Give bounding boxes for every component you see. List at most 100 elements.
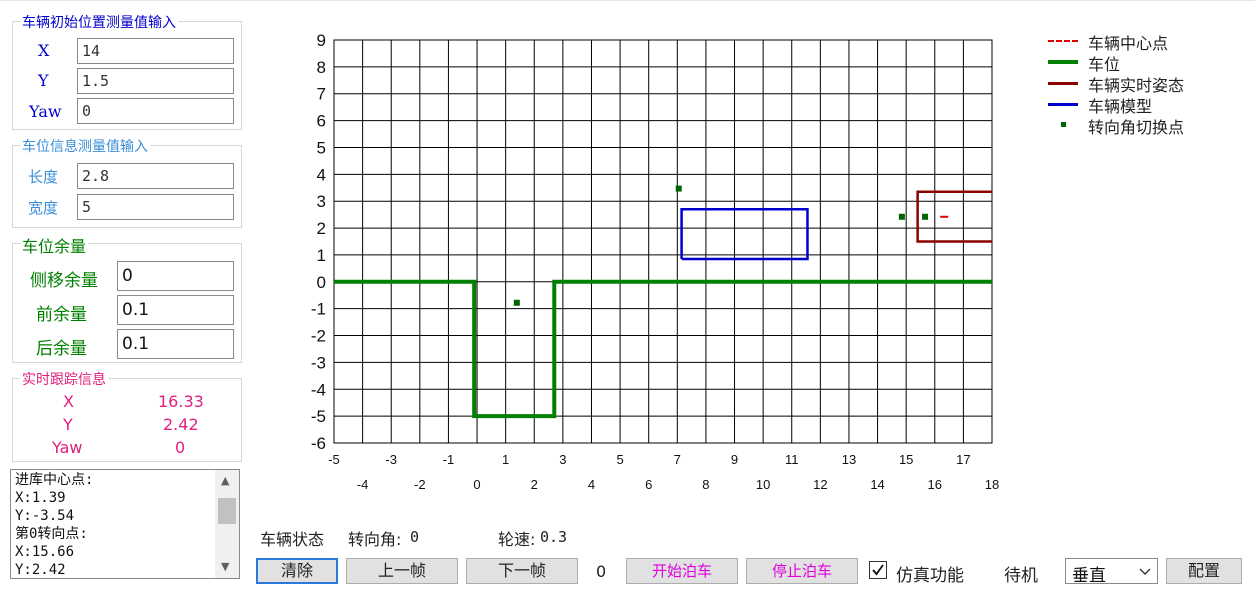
switch-point bbox=[898, 213, 905, 220]
clear-button[interactable]: 清除 bbox=[256, 558, 338, 584]
start-parking-button[interactable]: 开始泊车 bbox=[626, 558, 738, 584]
tracking-yaw-value: 0 bbox=[175, 438, 186, 457]
prev-frame-button[interactable]: 上一帧 bbox=[346, 558, 458, 584]
log-line: Y:-3.54 bbox=[15, 508, 75, 524]
x-tick-label: 15 bbox=[899, 452, 913, 467]
x-tick-label: 8 bbox=[702, 477, 709, 492]
x-tick-label: -3 bbox=[385, 452, 397, 467]
length-label: 长度 bbox=[28, 168, 59, 186]
wheel-speed-value: 0.3 bbox=[540, 528, 568, 546]
initial-yaw-label: Yaw bbox=[29, 102, 62, 121]
x-tick-label: 0 bbox=[473, 477, 480, 492]
x-tick-label: 3 bbox=[559, 452, 566, 467]
wheel-speed-label: 轮速: bbox=[498, 530, 536, 549]
initial-y-label: Y bbox=[38, 71, 49, 90]
vehicle-status-label: 车辆状态 bbox=[260, 530, 325, 549]
log-line: 第0转向点: bbox=[15, 526, 88, 542]
y-tick-label: -4 bbox=[311, 380, 326, 399]
legend-marker-square bbox=[1061, 122, 1066, 127]
y-tick-label: 9 bbox=[317, 31, 326, 50]
scroll-up-icon[interactable]: ▲ bbox=[221, 474, 229, 487]
initial-x-input[interactable]: 14 bbox=[77, 38, 234, 64]
x-tick-label: -4 bbox=[357, 477, 369, 492]
tracking-group bbox=[12, 378, 242, 462]
plot-frame bbox=[333, 39, 993, 444]
length-input[interactable]: 2.8 bbox=[77, 163, 234, 189]
margin-title: 车位余量 bbox=[20, 233, 89, 257]
side-margin-label: 侧移余量 bbox=[30, 271, 98, 291]
x-tick-label: 2 bbox=[531, 477, 538, 492]
y-tick-label: 4 bbox=[317, 165, 326, 184]
tracking-x-label: X bbox=[63, 392, 74, 411]
log-line: X:15.66 bbox=[15, 544, 75, 560]
x-tick-label: 7 bbox=[674, 452, 681, 467]
chevron-down-icon bbox=[1139, 568, 1151, 575]
rear-margin-input[interactable]: 0.1 bbox=[117, 329, 234, 359]
y-tick-label: -6 bbox=[311, 434, 326, 453]
scroll-down-icon[interactable]: ▼ bbox=[221, 560, 229, 573]
tracking-title: 实时跟踪信息 bbox=[20, 369, 108, 389]
y-tick-label: 2 bbox=[317, 219, 326, 238]
x-tick-label: 13 bbox=[842, 452, 856, 467]
tracking-y-label: Y bbox=[63, 415, 73, 434]
x-tick-label: 1 bbox=[502, 452, 509, 467]
switch-point bbox=[922, 213, 929, 220]
y-tick-label: -1 bbox=[311, 300, 326, 319]
y-tick-label: 7 bbox=[317, 85, 326, 104]
y-tick-label: 1 bbox=[317, 246, 326, 265]
initial-y-input[interactable]: 1.5 bbox=[77, 68, 234, 94]
x-tick-label: 4 bbox=[588, 477, 595, 492]
y-tick-label: -5 bbox=[311, 407, 326, 426]
x-tick-label: 18 bbox=[985, 477, 999, 492]
log-line: 进库中心点: bbox=[15, 472, 94, 488]
tracking-x-value: 16.33 bbox=[158, 392, 204, 411]
log-textbox[interactable]: 进库中心点: X:1.39 Y:-3.54 第0转向点: X:15.66 Y:2… bbox=[10, 469, 240, 579]
legend-line-dashed-red bbox=[1048, 40, 1078, 42]
stop-parking-button[interactable]: 停止泊车 bbox=[746, 558, 858, 584]
initial-x-label: X bbox=[38, 41, 50, 60]
next-frame-button[interactable]: 下一帧 bbox=[466, 558, 578, 584]
initial-yaw-input[interactable]: 0 bbox=[77, 98, 234, 124]
y-tick-label: 5 bbox=[317, 138, 326, 157]
log-lines: 进库中心点: X:1.39 Y:-3.54 第0转向点: X:15.66 Y:2… bbox=[15, 471, 94, 578]
x-tick-label: 12 bbox=[813, 477, 827, 492]
x-tick-label: -5 bbox=[328, 452, 340, 467]
config-button[interactable]: 配置 bbox=[1166, 558, 1242, 584]
width-label: 宽度 bbox=[28, 199, 59, 217]
x-tick-label: 14 bbox=[870, 477, 884, 492]
x-tick-label: 9 bbox=[731, 452, 738, 467]
x-tick-label: -2 bbox=[414, 477, 426, 492]
width-input[interactable]: 5 bbox=[77, 194, 234, 220]
log-scrollbar[interactable]: ▲ ▼ bbox=[215, 470, 239, 578]
log-line: X:1.39 bbox=[15, 490, 66, 506]
side-margin-input[interactable]: 0 bbox=[117, 261, 234, 291]
tracking-yaw-label: Yaw bbox=[52, 438, 83, 457]
frame-counter: 0 bbox=[596, 562, 607, 581]
x-tick-label: 16 bbox=[928, 477, 942, 492]
switch-point bbox=[513, 299, 520, 306]
x-tick-label: 5 bbox=[616, 452, 623, 467]
x-tick-label: 11 bbox=[785, 452, 799, 467]
standby-label: 待机 bbox=[1004, 566, 1038, 586]
steer-angle-label: 转向角: bbox=[348, 530, 402, 549]
scroll-thumb[interactable] bbox=[218, 498, 236, 524]
parking-chart: 9876543210-1-2-3-4-5-6-5 -3 -1 1 3 5 7 9 11 13 15 1… bbox=[311, 31, 999, 492]
simulation-checkbox[interactable] bbox=[869, 561, 887, 579]
x-tick-label: 10 bbox=[756, 477, 770, 492]
mode-select-value: 垂直 bbox=[1072, 566, 1106, 586]
legend-line-green bbox=[1048, 60, 1078, 64]
checkmark-icon bbox=[872, 564, 884, 576]
vehicle-model-rect bbox=[680, 208, 809, 261]
front-margin-input[interactable]: 0.1 bbox=[117, 295, 234, 325]
parking-slot-line bbox=[334, 279, 992, 419]
x-tick-label: -1 bbox=[443, 452, 455, 467]
front-margin-label: 前余量 bbox=[36, 305, 87, 325]
mode-select[interactable]: 垂直 bbox=[1065, 558, 1158, 586]
y-tick-label: -3 bbox=[311, 353, 326, 372]
switch-point bbox=[675, 185, 682, 192]
legend-line-blue bbox=[1048, 103, 1078, 106]
legend-label: 转向角切换点 bbox=[1088, 118, 1185, 137]
y-tick-label: 6 bbox=[317, 112, 326, 131]
legend-line-darkred bbox=[1048, 82, 1078, 85]
tracking-y-value: 2.42 bbox=[163, 415, 199, 434]
